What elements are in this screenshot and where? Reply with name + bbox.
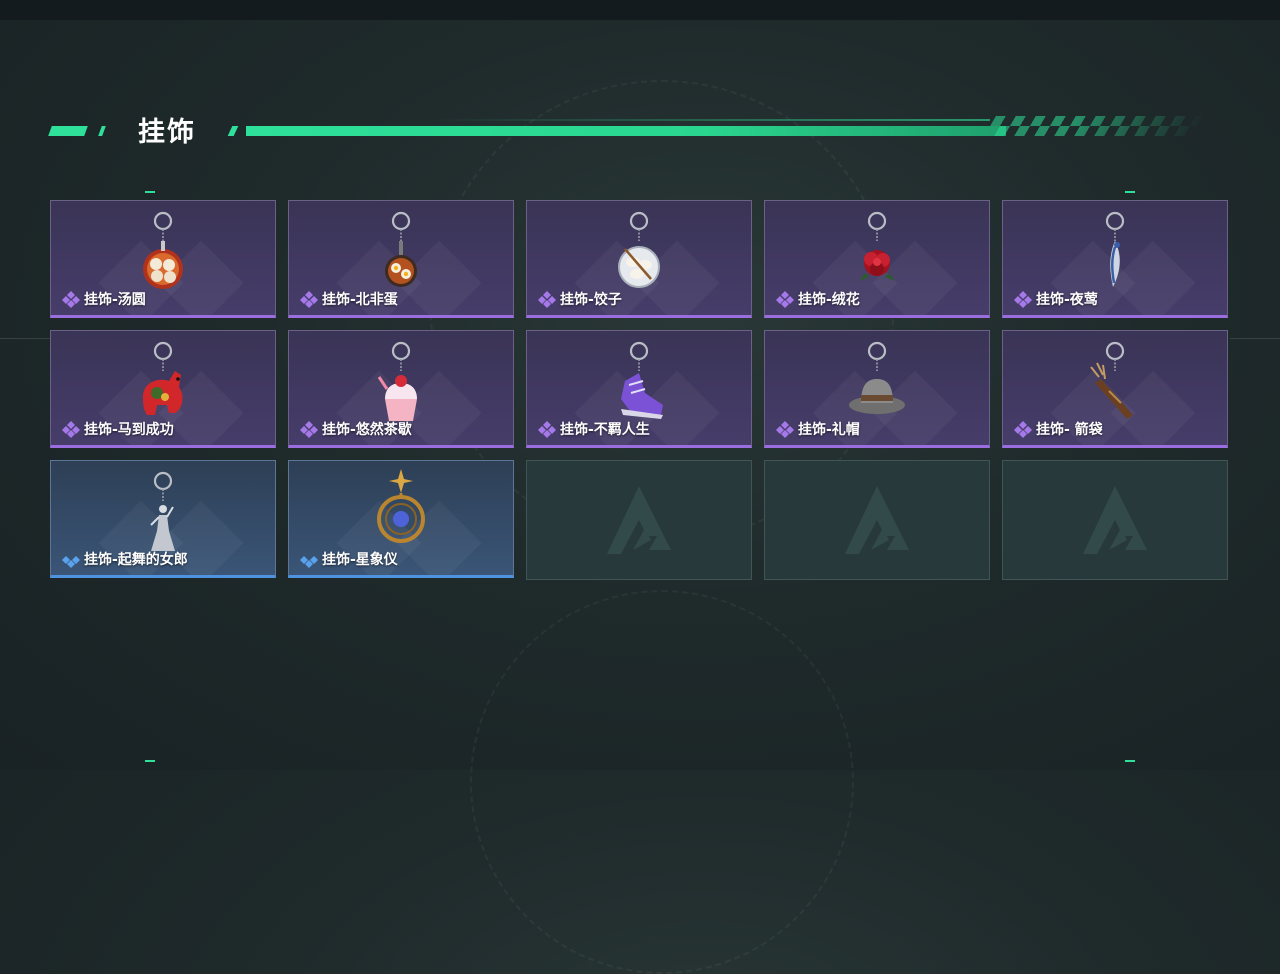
empty-slot-logo-icon [607,486,671,554]
card-label: 挂饰-礼帽 [775,419,860,439]
charm-name: 挂饰-绒花 [798,292,860,308]
card-label: 挂饰-起舞的女郎 [61,549,188,569]
left-rail-line [0,338,50,339]
header-thin-line [430,119,990,121]
empty-charm-slot[interactable] [1002,460,1228,580]
empty-charm-slot[interactable] [764,460,990,580]
charm-card[interactable]: 挂饰-马到成功 [50,330,276,448]
charm-card[interactable]: 挂饰-夜莺 [1002,200,1228,318]
quiver-charm-icon [1090,341,1133,419]
charm-name: 挂饰-礼帽 [798,422,860,438]
epic-rarity-icon [538,421,556,438]
epic-rarity-icon [62,291,80,308]
charm-card[interactable]: 挂饰-不羁人生 [526,330,752,448]
fedora-charm-icon [849,341,905,414]
shakshuka-charm-icon [385,211,417,287]
charm-card[interactable]: 挂饰-礼帽 [764,330,990,448]
charm-grid: 挂饰-汤圆 挂饰-北非蛋 挂饰-饺子 挂饰-绒花 挂饰-夜莺挂饰-马到成功 挂饰-悠然茶歇… [50,200,1230,580]
dumplings-charm-icon [618,211,660,288]
right-rail-line [1230,338,1280,339]
charm-name: 挂饰-起舞的女郎 [84,552,188,568]
epic-rarity-icon [1014,291,1032,308]
velvet-flower-charm-icon [859,211,895,281]
charm-card[interactable]: 挂饰-星象仪 [288,460,514,578]
epic-rarity-icon [1014,421,1032,438]
card-label: 挂饰-马到成功 [61,419,174,439]
rare-rarity-icon [300,556,318,568]
card-label: 挂饰-饺子 [537,289,622,309]
charm-card[interactable]: 挂饰-饺子 [526,200,752,318]
charm-name: 挂饰-马到成功 [84,422,174,438]
horse-charm-icon [143,341,183,415]
card-label: 挂饰- 箭袋 [1013,419,1103,439]
sneaker-charm-icon [621,341,663,419]
astrolabe-charm-icon [377,469,425,543]
rare-rarity-icon [62,556,80,568]
card-label: 挂饰-星象仪 [299,549,398,569]
corner-marker [145,191,155,193]
card-label: 挂饰-汤圆 [61,289,146,309]
charm-name: 挂饰-饺子 [560,292,622,308]
card-label: 挂饰-悠然茶歇 [299,419,412,439]
header-accent-bar [246,126,1006,136]
epic-rarity-icon [776,421,794,438]
tangyuan-charm-icon [143,211,183,289]
epic-rarity-icon [538,291,556,308]
header-accent-segment [48,126,88,136]
empty-charm-slot[interactable] [526,460,752,580]
epic-rarity-icon [776,291,794,308]
charm-card[interactable]: 挂饰-绒花 [764,200,990,318]
header-checker-pattern [984,116,1206,136]
epic-rarity-icon [300,421,318,438]
empty-slot-logo-icon [1083,486,1147,554]
charm-name: 挂饰-汤圆 [84,292,146,308]
card-label: 挂饰-绒花 [775,289,860,309]
corner-marker [145,760,155,762]
charm-card[interactable]: 挂饰-起舞的女郎 [50,460,276,578]
nightingale-charm-icon [1105,211,1125,287]
charm-card[interactable]: 挂饰-汤圆 [50,200,276,318]
charm-card[interactable]: 挂饰-北非蛋 [288,200,514,318]
charm-name: 挂饰- 箭袋 [1036,422,1103,438]
cupcake-charm-icon [377,341,417,421]
empty-slot-logo-icon [845,486,909,554]
card-label: 挂饰-不羁人生 [537,419,650,439]
corner-marker [1125,760,1135,762]
charm-name: 挂饰-悠然茶歇 [322,422,412,438]
dancer-charm-icon [150,471,175,551]
epic-rarity-icon [62,421,80,438]
corner-marker [1125,191,1135,193]
section-header: 挂饰 [48,110,1210,150]
card-label: 挂饰-夜莺 [1013,289,1098,309]
charm-card[interactable]: 挂饰-悠然茶歇 [288,330,514,448]
background-ring [470,590,854,974]
header-accent-segment [227,126,239,136]
charm-name: 挂饰-不羁人生 [560,422,650,438]
charm-name: 挂饰-北非蛋 [322,292,398,308]
epic-rarity-icon [300,291,318,308]
card-label: 挂饰-北非蛋 [299,289,398,309]
header-accent-segment [98,126,106,136]
charm-name: 挂饰-夜莺 [1036,292,1098,308]
top-bar [0,0,1280,20]
section-title: 挂饰 [138,117,196,148]
charm-card[interactable]: 挂饰- 箭袋 [1002,330,1228,448]
charm-name: 挂饰-星象仪 [322,552,398,568]
